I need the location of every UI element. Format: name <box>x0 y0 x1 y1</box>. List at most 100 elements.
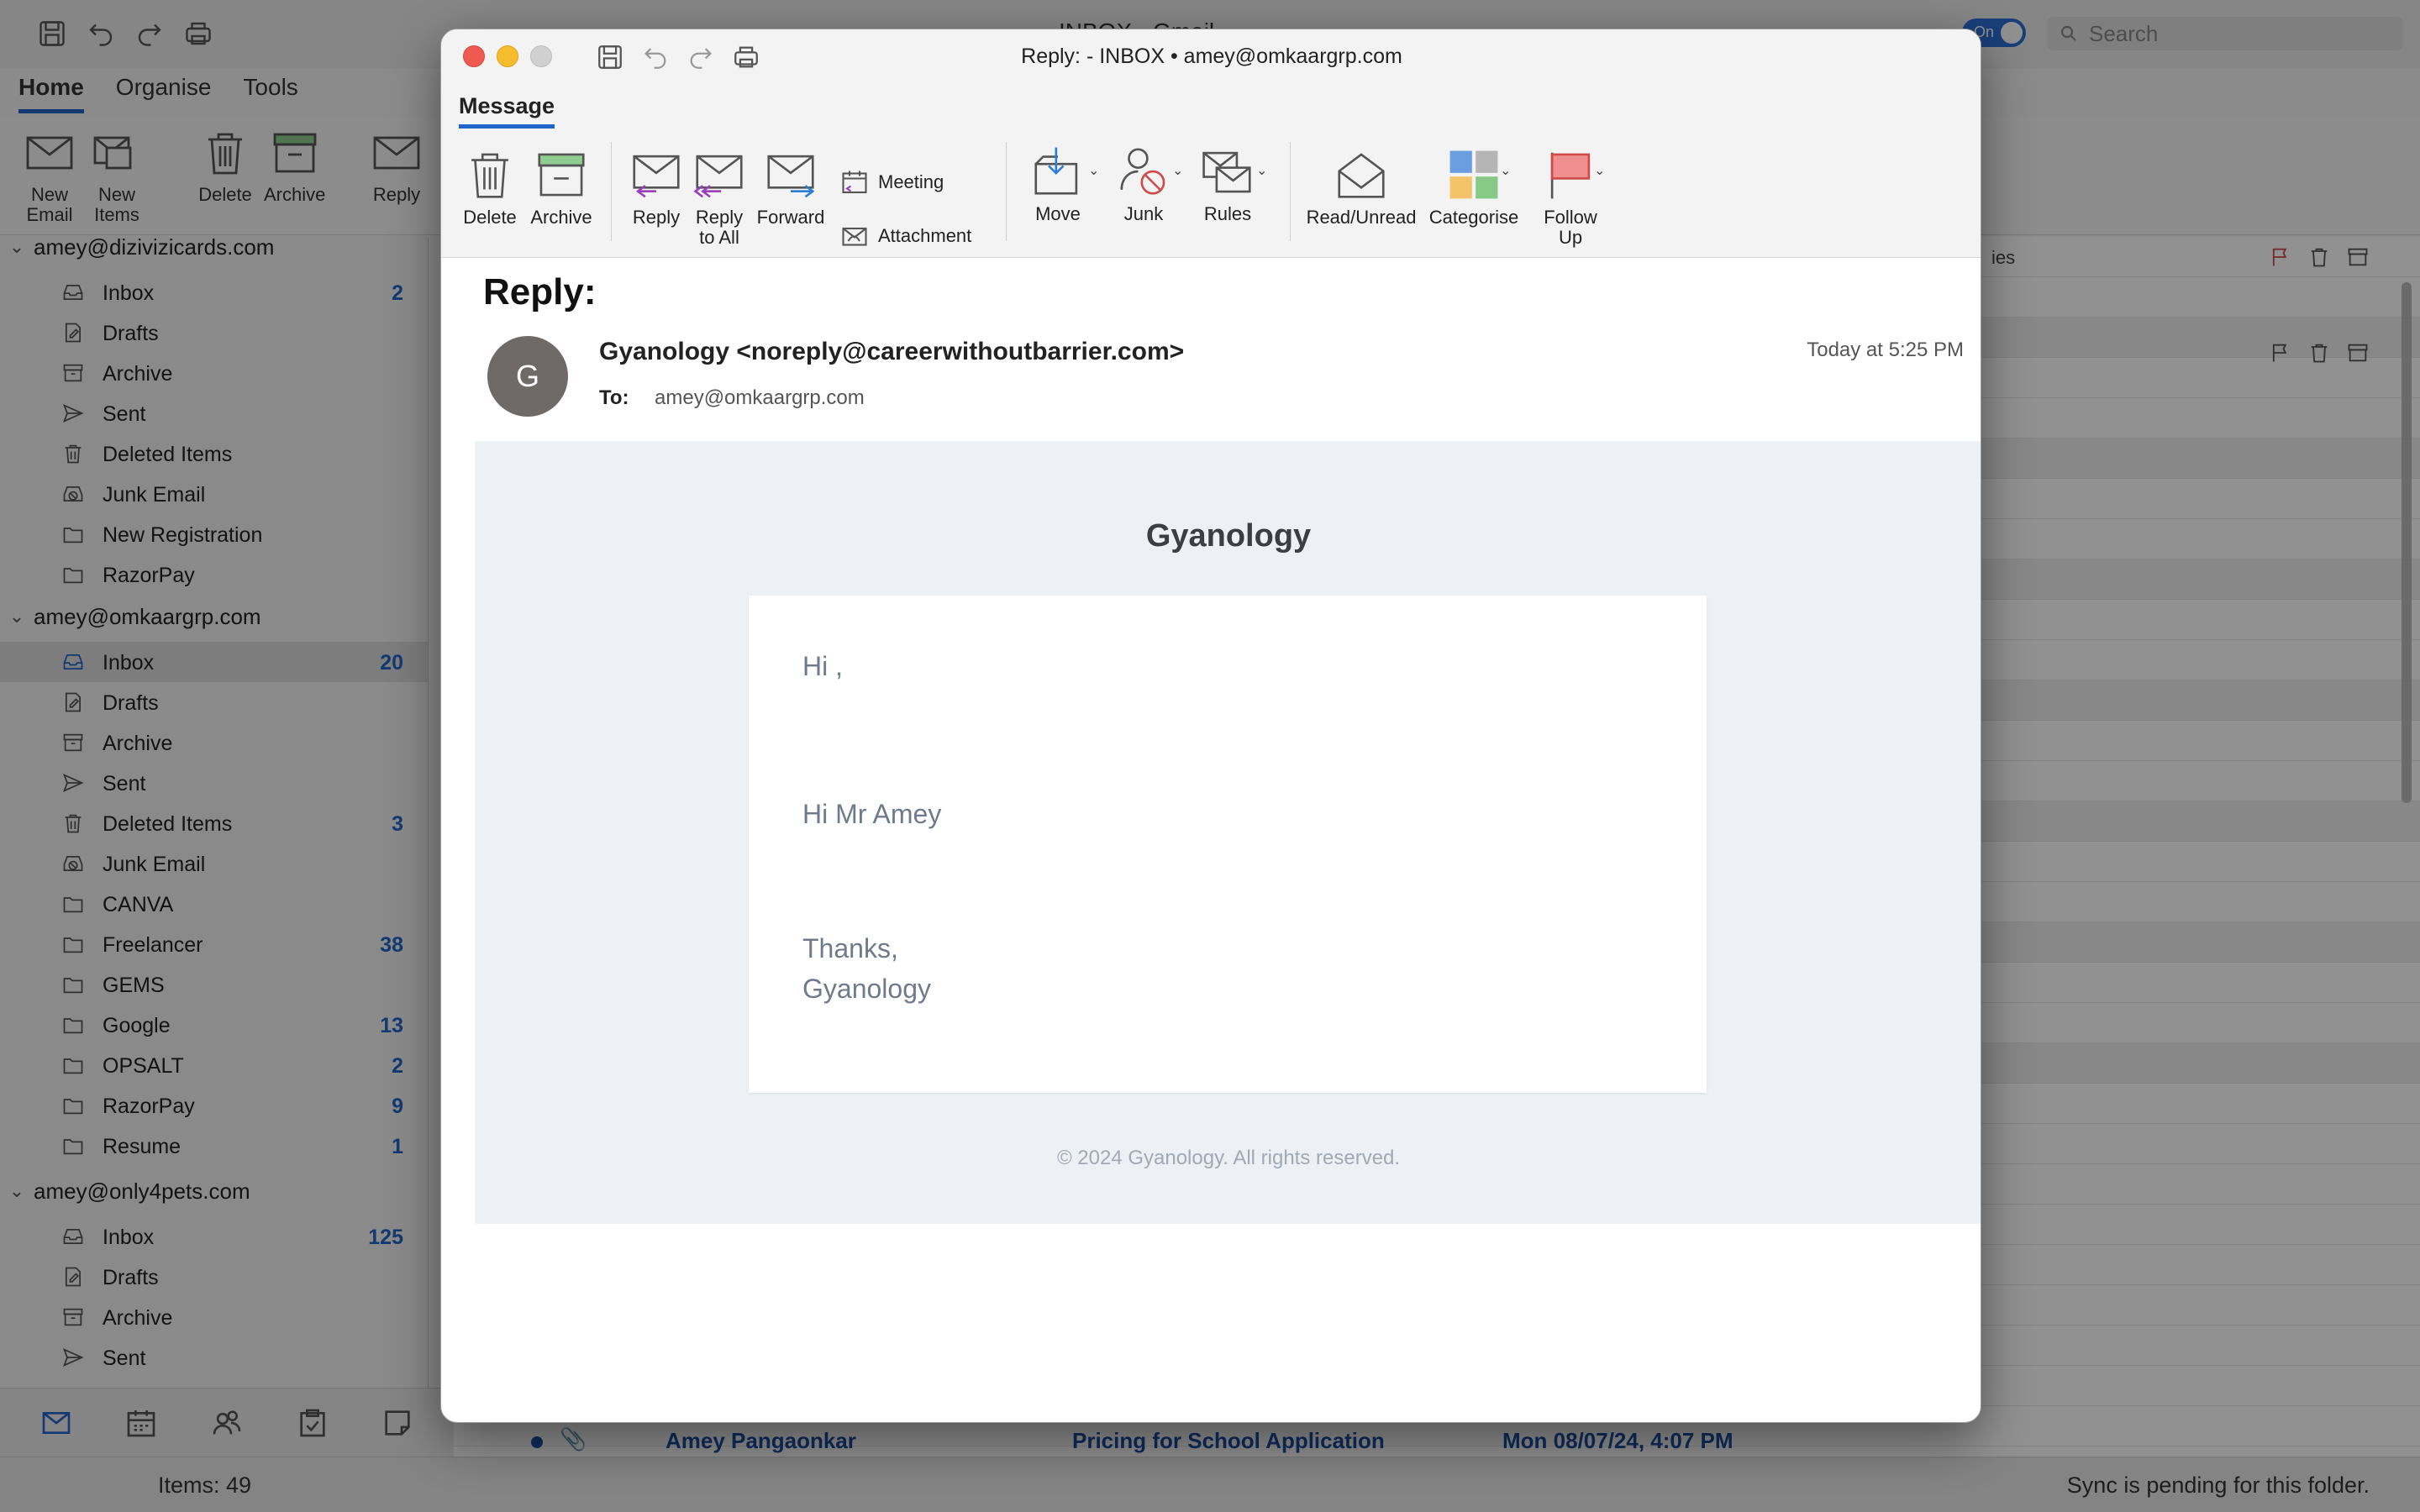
sidebar-folder[interactable]: Junk Email <box>0 474 428 514</box>
main-delete-button[interactable]: Delete <box>198 126 252 205</box>
flag-icon[interactable] <box>2269 341 2292 365</box>
sender-name[interactable]: Gyanology <noreply@careerwithoutbarrier.… <box>599 338 1184 366</box>
sidebar-folder[interactable]: Archive <box>0 722 428 763</box>
sent-icon <box>62 404 84 423</box>
rules-button[interactable]: Rules <box>1194 142 1261 224</box>
main-archive-button[interactable]: Archive <box>264 126 325 205</box>
read-unread-button[interactable]: Read/Unread <box>1307 145 1416 228</box>
archive-icon <box>63 1308 83 1326</box>
tab-organise[interactable]: Organise <box>116 74 212 113</box>
folder-label: Archive <box>103 1306 173 1330</box>
list-row-last[interactable]: 📎 Amey Pangaonkar Pricing for School App… <box>454 1421 2420 1458</box>
undo-icon[interactable] <box>86 18 116 49</box>
tab-message[interactable]: Message <box>459 93 555 129</box>
sidebar-folder[interactable]: Sent <box>0 393 428 433</box>
tasks-icon[interactable] <box>296 1406 329 1440</box>
save-icon[interactable] <box>37 18 67 49</box>
sidebar-folder[interactable]: Resume 1 <box>0 1126 428 1166</box>
move-button[interactable]: Move <box>1024 142 1092 224</box>
sidebar-folder[interactable]: RazorPay 9 <box>0 1085 428 1126</box>
archive-icon[interactable] <box>2346 341 2370 365</box>
tab-tools[interactable]: Tools <box>243 74 297 113</box>
chevron-down-icon[interactable]: ⌄ <box>0 606 34 627</box>
reply-all-button[interactable]: Reply to All <box>690 145 749 248</box>
delete-button[interactable]: Delete <box>458 145 522 228</box>
unread-count: 13 <box>380 1014 403 1037</box>
redo-icon[interactable] <box>134 18 165 49</box>
move-dropdown-icon[interactable]: ⌄ <box>1088 162 1099 179</box>
move-icon <box>1034 147 1078 195</box>
people-icon[interactable] <box>210 1406 244 1440</box>
search-input[interactable]: Search <box>2047 17 2403 50</box>
main-reply-button[interactable]: Reply <box>370 126 424 205</box>
print-icon[interactable] <box>183 18 213 49</box>
categorise-button[interactable]: Categorise <box>1428 145 1520 228</box>
archive-icon[interactable] <box>2346 245 2370 269</box>
notes-icon[interactable] <box>381 1406 414 1440</box>
account-header[interactable]: ⌄ amey@dizivizicards.com <box>0 237 428 267</box>
calendar-icon[interactable] <box>124 1406 158 1440</box>
to-label: To: <box>599 386 629 409</box>
sidebar-folder[interactable]: Drafts <box>0 312 428 353</box>
categorise-dropdown-icon[interactable]: ⌄ <box>1500 162 1511 179</box>
sidebar-folder[interactable]: Sent <box>0 763 428 803</box>
rules-dropdown-icon[interactable]: ⌄ <box>1256 162 1267 179</box>
junk-button[interactable]: Junk <box>1110 142 1177 224</box>
folder-label: Archive <box>103 362 173 386</box>
forward-button[interactable]: Forward <box>754 145 828 228</box>
account-header[interactable]: ⌄ amey@omkaargrp.com <box>0 596 428 637</box>
copyright-footer: © 2024 Gyanology. All rights reserved. <box>1056 1147 1401 1169</box>
sidebar-folder[interactable]: Drafts <box>0 1257 428 1297</box>
folder-label: Deleted Items <box>103 443 233 466</box>
sidebar-folder[interactable]: New Registration <box>0 514 428 554</box>
avatar: G <box>487 336 568 417</box>
folder-icon <box>63 1018 83 1034</box>
chevron-down-icon[interactable]: ⌄ <box>0 237 34 258</box>
junk-dropdown-icon[interactable]: ⌄ <box>1172 162 1183 179</box>
trash-icon <box>208 133 242 175</box>
sidebar-folder[interactable]: Deleted Items <box>0 433 428 474</box>
folder-icon <box>63 528 83 543</box>
sidebar-folder[interactable]: Freelancer 38 <box>0 924 428 964</box>
reply-button[interactable]: Reply <box>623 145 690 228</box>
move-label: Move <box>1035 203 1081 224</box>
mail-icon[interactable] <box>39 1406 73 1440</box>
sidebar-folder[interactable]: Inbox 20 <box>0 642 428 682</box>
trash-icon[interactable] <box>2307 245 2331 269</box>
sidebar-folder[interactable]: Inbox 125 <box>0 1216 428 1257</box>
sidebar-folder[interactable]: Deleted Items 3 <box>0 803 428 843</box>
account-header[interactable]: ⌄ amey@only4pets.com <box>0 1171 428 1211</box>
greeting-text: Hi , <box>802 651 843 681</box>
sidebar-folder[interactable]: Archive <box>0 353 428 393</box>
list-header-actions <box>2269 245 2370 269</box>
sidebar-folder[interactable]: Drafts <box>0 682 428 722</box>
sidebar-folder[interactable]: Inbox 2 <box>0 272 428 312</box>
follow-up-dropdown-icon[interactable]: ⌄ <box>1594 162 1605 179</box>
attachment-icon: 📎 <box>560 1426 587 1452</box>
sidebar-folder[interactable]: Archive <box>0 1297 428 1337</box>
archive-button[interactable]: Archive <box>523 145 599 228</box>
trash-icon[interactable] <box>2307 341 2331 365</box>
attachment-button[interactable]: Attachment <box>839 221 971 251</box>
folder-label: Inbox <box>103 651 155 675</box>
sidebar-folder[interactable]: OPSALT 2 <box>0 1045 428 1085</box>
meeting-button[interactable]: Meeting <box>839 167 944 197</box>
list-scrollbar[interactable] <box>2402 282 2412 803</box>
chevron-down-icon[interactable]: ⌄ <box>0 1180 34 1202</box>
sidebar-folder[interactable]: CANVA <box>0 884 428 924</box>
new-email-button[interactable]: New Email <box>20 126 79 225</box>
sent-icon <box>62 1348 84 1367</box>
sidebar-folder[interactable]: Deleted Items412 <box>0 1378 428 1388</box>
sidebar-folder[interactable]: Sent <box>0 1337 428 1378</box>
flag-icon[interactable] <box>2269 245 2292 269</box>
tab-home[interactable]: Home <box>18 74 84 113</box>
sidebar-folder[interactable]: Google 13 <box>0 1005 428 1045</box>
folder-label: Google <box>103 1014 171 1037</box>
sidebar-folder[interactable]: GEMS <box>0 964 428 1005</box>
follow-up-button[interactable]: Follow Up <box>1539 145 1602 248</box>
new-items-button[interactable]: New Items <box>87 126 146 225</box>
sidebar-folder[interactable]: Junk Email <box>0 843 428 884</box>
categorise-label: Categorise <box>1428 207 1519 228</box>
recipient[interactable]: amey@omkaargrp.com <box>655 386 865 410</box>
sidebar-folder[interactable]: RazorPay <box>0 554 428 595</box>
